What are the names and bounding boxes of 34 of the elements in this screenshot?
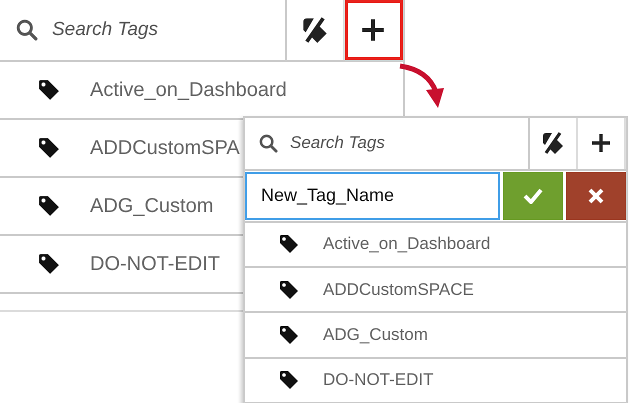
tag-icon [38, 137, 60, 159]
search-icon [16, 19, 38, 41]
tag-item[interactable]: ADG_Custom [245, 313, 626, 359]
tag-name: ADG_Custom [90, 194, 214, 218]
tag-icon [279, 325, 299, 346]
add-button[interactable] [578, 118, 626, 169]
search-placeholder: Search Tags [290, 133, 385, 154]
new-tag-input[interactable]: New_Tag_Name [245, 172, 500, 220]
close-icon [588, 188, 604, 204]
cancel-button[interactable] [566, 172, 626, 220]
tag-filter-button[interactable] [530, 118, 578, 169]
tag-icon [38, 195, 60, 217]
tag-icon [38, 79, 60, 101]
plus-icon [591, 133, 611, 154]
tag-item[interactable]: DO-NOT-EDIT [245, 358, 626, 403]
tag-name: ADDCustomSPA [90, 136, 240, 160]
search-field[interactable]: Search Tags [245, 118, 530, 169]
tag-percent-icon [541, 131, 565, 156]
search-icon [259, 134, 278, 153]
tag-item[interactable]: ADDCustomSPACE [245, 268, 626, 314]
tag-icon [279, 280, 299, 300]
check-icon [523, 188, 543, 204]
tag-icon [279, 370, 299, 390]
tag-icon [279, 234, 299, 254]
add-button[interactable] [345, 0, 403, 60]
tag-percent-icon [301, 16, 329, 44]
search-placeholder: Search Tags [52, 19, 158, 41]
tag-icon [38, 253, 60, 275]
tag-name: DO-NOT-EDIT [323, 370, 434, 390]
tag-name: DO-NOT-EDIT [90, 252, 220, 276]
tag-name: ADG_Custom [323, 325, 428, 346]
tag-name: Active_on_Dashboard [90, 78, 287, 102]
tag-item[interactable]: Active_on_Dashboard [245, 222, 626, 268]
plus-icon [361, 18, 385, 42]
